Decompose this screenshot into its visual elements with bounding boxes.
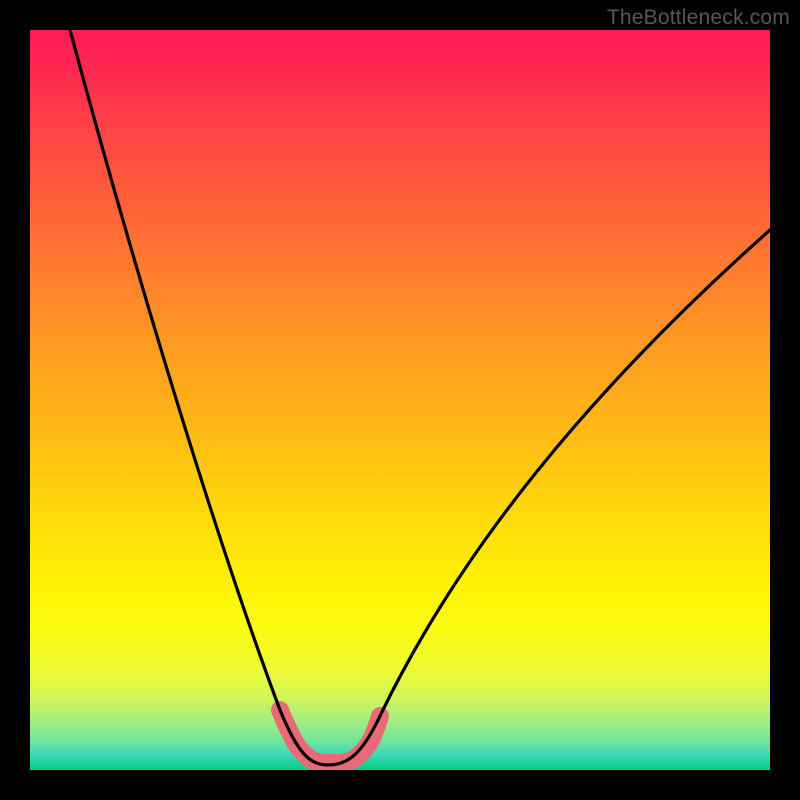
bottleneck-curve — [30, 30, 770, 770]
watermark-text: TheBottleneck.com — [607, 6, 790, 30]
plot-area — [30, 30, 770, 770]
curve-path — [70, 30, 770, 765]
highlight-valley — [280, 710, 380, 763]
chart-frame: TheBottleneck.com — [0, 0, 800, 800]
